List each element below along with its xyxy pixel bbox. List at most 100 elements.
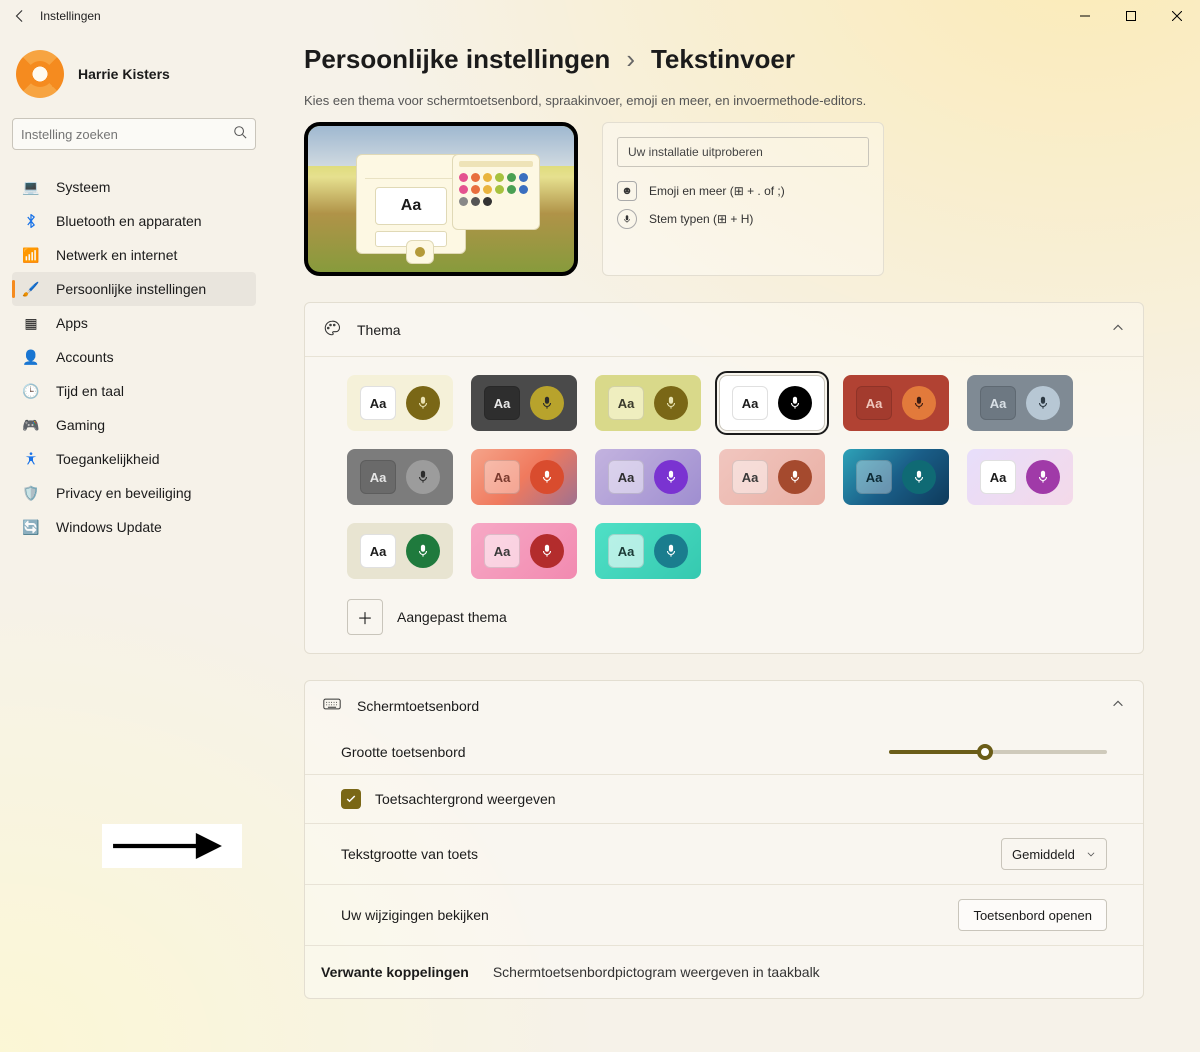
theme-tile-2[interactable]: Aa xyxy=(595,375,701,431)
theme-tile-1[interactable]: Aa xyxy=(471,375,577,431)
nav-icon: 💻 xyxy=(22,178,40,196)
search-input[interactable] xyxy=(21,127,233,142)
theme-aa: Aa xyxy=(360,386,396,420)
theme-mic-icon xyxy=(530,460,564,494)
plus-icon: ＋ xyxy=(347,599,383,635)
preview-aa: Aa xyxy=(375,187,447,225)
show-key-bg-row: Toetsachtergrond weergeven xyxy=(305,774,1143,823)
titlebar: Instellingen xyxy=(0,0,1200,32)
accessibility-icon xyxy=(22,450,40,468)
theme-tile-9[interactable]: Aa xyxy=(719,449,825,505)
sidebar-item-label: Persoonlijke instellingen xyxy=(56,281,206,297)
window-title: Instellingen xyxy=(40,9,101,23)
sidebar-item-5[interactable]: 👤Accounts xyxy=(12,340,256,374)
breadcrumb-category[interactable]: Persoonlijke instellingen xyxy=(304,44,610,75)
sidebar-item-0[interactable]: 💻 Systeem xyxy=(12,170,256,204)
show-key-bg-checkbox[interactable] xyxy=(341,789,361,809)
try-voice-label: Stem typen (⊞ + H) xyxy=(649,212,753,226)
theme-mic-icon xyxy=(654,534,688,568)
profile[interactable]: Harrie Kisters xyxy=(12,40,256,118)
theme-aa: Aa xyxy=(484,534,520,568)
theme-mic-icon xyxy=(1026,386,1060,420)
theme-mic-icon xyxy=(406,460,440,494)
theme-mic-icon xyxy=(778,386,812,420)
close-button[interactable] xyxy=(1154,0,1200,32)
emoji-icon: ☻ xyxy=(617,181,637,201)
breadcrumb-page: Tekstinvoer xyxy=(651,44,795,75)
key-text-size-row: Tekstgrootte van toets Gemiddeld xyxy=(305,823,1143,884)
theme-tile-8[interactable]: Aa xyxy=(595,449,701,505)
review-row: Uw wijzigingen bekijken Toetsenbord open… xyxy=(305,884,1143,945)
theme-mic-icon xyxy=(406,386,440,420)
palette-icon xyxy=(323,319,341,340)
sidebar-item-3[interactable]: 🖌️Persoonlijke instellingen xyxy=(12,272,256,306)
sidebar-item-label: Systeem xyxy=(56,179,110,195)
search-box[interactable] xyxy=(12,118,256,150)
theme-grid: Aa Aa Aa Aa Aa Aa Aa Aa Aa Aa Aa Aa Aa Aa Aa xyxy=(347,375,1101,579)
annotation-arrow xyxy=(102,824,242,868)
sidebar-item-4[interactable]: ▦Apps xyxy=(12,306,256,340)
theme-mic-icon xyxy=(406,534,440,568)
theme-mic-icon xyxy=(1026,460,1060,494)
nav-icon: 🎮 xyxy=(22,416,40,434)
theme-tile-13[interactable]: Aa xyxy=(471,523,577,579)
theme-aa: Aa xyxy=(608,534,644,568)
chevron-down-icon xyxy=(1086,849,1096,859)
theme-mic-icon xyxy=(654,386,688,420)
theme-aa: Aa xyxy=(732,460,768,494)
theme-aa: Aa xyxy=(360,460,396,494)
key-text-size-select[interactable]: Gemiddeld xyxy=(1001,838,1107,870)
sidebar-item-label: Windows Update xyxy=(56,519,162,535)
mic-icon xyxy=(617,209,637,229)
keyboard-section-header[interactable]: Schermtoetsenbord xyxy=(305,681,1143,730)
sidebar-item-1[interactable]: Bluetooth en apparaten xyxy=(12,204,256,238)
open-keyboard-button[interactable]: Toetsenbord openen xyxy=(958,899,1107,931)
related-link[interactable]: Schermtoetsenbordpictogram weergeven in … xyxy=(493,964,820,980)
theme-tile-3[interactable]: Aa xyxy=(719,375,825,431)
bluetooth-icon xyxy=(22,212,40,230)
sidebar-item-6[interactable]: 🕒 Tijd en taal xyxy=(12,374,256,408)
page-subhead: Kies een thema voor schermtoetsenbord, s… xyxy=(304,93,1144,108)
sidebar-item-8[interactable]: Toegankelijkheid xyxy=(12,442,256,476)
sidebar-item-9[interactable]: 🛡️Privacy en beveiliging xyxy=(12,476,256,510)
theme-tile-7[interactable]: Aa xyxy=(471,449,577,505)
theme-section-header[interactable]: Thema xyxy=(305,303,1143,356)
custom-theme-button[interactable]: ＋ Aangepast thema xyxy=(347,599,1101,635)
keyboard-size-slider[interactable] xyxy=(889,750,1107,754)
theme-aa: Aa xyxy=(484,460,520,494)
sidebar-item-label: Privacy en beveiliging xyxy=(56,485,191,501)
theme-mic-icon xyxy=(530,386,564,420)
sidebar-item-2[interactable]: 📶Netwerk en internet xyxy=(12,238,256,272)
nav-list: 💻 Systeem Bluetooth en apparaten📶Netwerk e… xyxy=(12,170,256,544)
sidebar-item-label: Gaming xyxy=(56,417,105,433)
theme-mic-icon xyxy=(902,460,936,494)
theme-tile-6[interactable]: Aa xyxy=(347,449,453,505)
nav-icon: ▦ xyxy=(22,314,40,332)
sidebar-item-label: Netwerk en internet xyxy=(56,247,177,263)
theme-aa: Aa xyxy=(608,460,644,494)
keyboard-icon xyxy=(323,697,341,714)
nav-icon: 👤 xyxy=(22,348,40,366)
theme-tile-5[interactable]: Aa xyxy=(967,375,1073,431)
theme-tile-4[interactable]: Aa xyxy=(843,375,949,431)
nav-icon: 🕒 xyxy=(22,382,40,400)
theme-tile-14[interactable]: Aa xyxy=(595,523,701,579)
keyboard-section-title: Schermtoetsenbord xyxy=(357,698,479,714)
sidebar-item-7[interactable]: 🎮 Gaming xyxy=(12,408,256,442)
theme-mic-icon xyxy=(902,386,936,420)
theme-tile-0[interactable]: Aa xyxy=(347,375,453,431)
avatar xyxy=(16,50,64,98)
theme-aa: Aa xyxy=(608,386,644,420)
minimize-button[interactable] xyxy=(1062,0,1108,32)
back-button[interactable] xyxy=(0,0,40,32)
theme-tile-12[interactable]: Aa xyxy=(347,523,453,579)
try-input[interactable]: Uw installatie uitproberen xyxy=(617,137,869,167)
breadcrumb: Persoonlijke instellingen › Tekstinvoer xyxy=(304,40,1144,75)
maximize-button[interactable] xyxy=(1108,0,1154,32)
chevron-up-icon xyxy=(1111,321,1125,338)
sidebar-item-label: Tijd en taal xyxy=(56,383,124,399)
sidebar-item-10[interactable]: 🔄Windows Update xyxy=(12,510,256,544)
theme-tile-10[interactable]: Aa xyxy=(843,449,949,505)
chevron-up-icon xyxy=(1111,697,1125,714)
theme-tile-11[interactable]: Aa xyxy=(967,449,1073,505)
